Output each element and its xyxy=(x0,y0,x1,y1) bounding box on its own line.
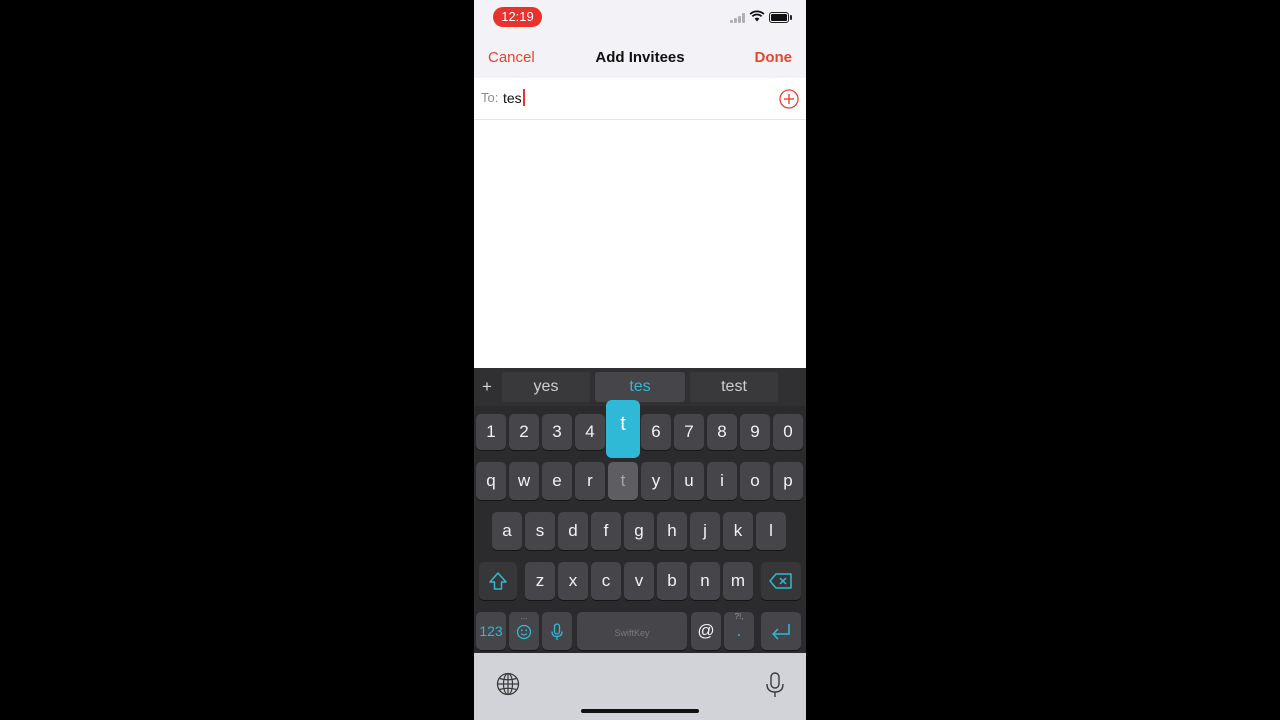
numbers-key[interactable]: 123 xyxy=(476,612,506,650)
key-o[interactable]: o xyxy=(740,462,770,500)
shift-arrow-icon xyxy=(489,572,507,590)
cellular-signal-icon xyxy=(730,13,746,23)
space-key[interactable]: SwiftKey xyxy=(577,612,687,650)
key-9[interactable]: 9 xyxy=(740,414,770,450)
key-e[interactable]: e xyxy=(542,462,572,500)
key-3[interactable]: 3 xyxy=(542,414,572,450)
punctuation-key-hint: ?!, xyxy=(734,612,744,621)
key-d[interactable]: d xyxy=(558,512,588,550)
key-1[interactable]: 1 xyxy=(476,414,506,450)
shift-key[interactable] xyxy=(479,562,517,600)
punctuation-key[interactable]: ?!, . xyxy=(724,612,754,650)
phone-screen: 12:19 Add Invitees Cancel Done To: tes +… xyxy=(474,0,806,720)
emoji-key[interactable]: ... xyxy=(509,612,539,650)
nav-bar: Add Invitees Cancel Done xyxy=(474,36,806,78)
wifi-icon xyxy=(749,10,765,22)
key-i[interactable]: i xyxy=(707,462,737,500)
smiley-icon xyxy=(516,624,532,640)
to-field-row[interactable]: To: tes xyxy=(474,78,806,120)
key-7[interactable]: 7 xyxy=(674,414,704,450)
system-keyboard-bar xyxy=(474,653,806,720)
status-time: 12:19 xyxy=(493,7,542,27)
key-t[interactable]: t xyxy=(608,462,638,500)
at-key[interactable]: @ xyxy=(691,612,721,650)
key-b[interactable]: b xyxy=(657,562,687,600)
to-label: To: xyxy=(481,90,499,105)
microphone-icon[interactable] xyxy=(765,672,785,698)
key-n[interactable]: n xyxy=(690,562,720,600)
backspace-icon xyxy=(769,573,792,589)
dictation-key[interactable] xyxy=(542,612,572,650)
status-bar: 12:19 xyxy=(474,0,806,36)
invitee-input-text: tes xyxy=(503,89,522,106)
key-h[interactable]: h xyxy=(657,512,687,550)
key-8[interactable]: 8 xyxy=(707,414,737,450)
key-m[interactable]: m xyxy=(723,562,753,600)
key-c[interactable]: c xyxy=(591,562,621,600)
return-key[interactable] xyxy=(761,612,801,650)
cancel-button[interactable]: Cancel xyxy=(488,49,535,66)
key-q[interactable]: q xyxy=(476,462,506,500)
key-v[interactable]: v xyxy=(624,562,654,600)
punctuation-key-label: . xyxy=(736,621,742,640)
swiftkey-keyboard: + yes tes test 1 2 3 4 5 6 7 8 9 0 q w e… xyxy=(474,368,806,653)
globe-icon[interactable] xyxy=(496,672,520,696)
key-press-popup: t xyxy=(606,400,640,458)
suggestion-bar: + yes tes test xyxy=(474,368,806,406)
key-2[interactable]: 2 xyxy=(509,414,539,450)
key-u[interactable]: u xyxy=(674,462,704,500)
backspace-key[interactable] xyxy=(761,562,801,600)
key-0[interactable]: 0 xyxy=(773,414,803,450)
toolbar-plus-button[interactable]: + xyxy=(482,377,492,397)
invitee-input[interactable]: tes xyxy=(503,89,525,106)
text-caret xyxy=(522,89,525,106)
key-x[interactable]: x xyxy=(558,562,588,600)
key-w[interactable]: w xyxy=(509,462,539,500)
key-k[interactable]: k xyxy=(723,512,753,550)
key-z[interactable]: z xyxy=(525,562,555,600)
suggestion-3[interactable]: test xyxy=(690,372,778,402)
key-j[interactable]: j xyxy=(690,512,720,550)
invitees-content: To: tes xyxy=(474,78,806,368)
plus-circle-icon[interactable] xyxy=(779,89,799,109)
key-p[interactable]: p xyxy=(773,462,803,500)
key-4[interactable]: 4 xyxy=(575,414,605,450)
emoji-key-hint: ... xyxy=(520,612,528,621)
key-l[interactable]: l xyxy=(756,512,786,550)
battery-icon xyxy=(769,12,792,23)
key-s[interactable]: s xyxy=(525,512,555,550)
key-r[interactable]: r xyxy=(575,462,605,500)
key-g[interactable]: g xyxy=(624,512,654,550)
microphone-icon xyxy=(551,623,563,640)
suggestion-2[interactable]: tes xyxy=(595,372,685,402)
key-a[interactable]: a xyxy=(492,512,522,550)
key-y[interactable]: y xyxy=(641,462,671,500)
swiftkey-brand-label: SwiftKey xyxy=(614,628,650,638)
suggestion-1[interactable]: yes xyxy=(502,372,590,402)
return-icon xyxy=(772,624,790,640)
home-indicator[interactable] xyxy=(581,709,699,713)
key-6[interactable]: 6 xyxy=(641,414,671,450)
done-button[interactable]: Done xyxy=(755,49,793,66)
key-f[interactable]: f xyxy=(591,512,621,550)
